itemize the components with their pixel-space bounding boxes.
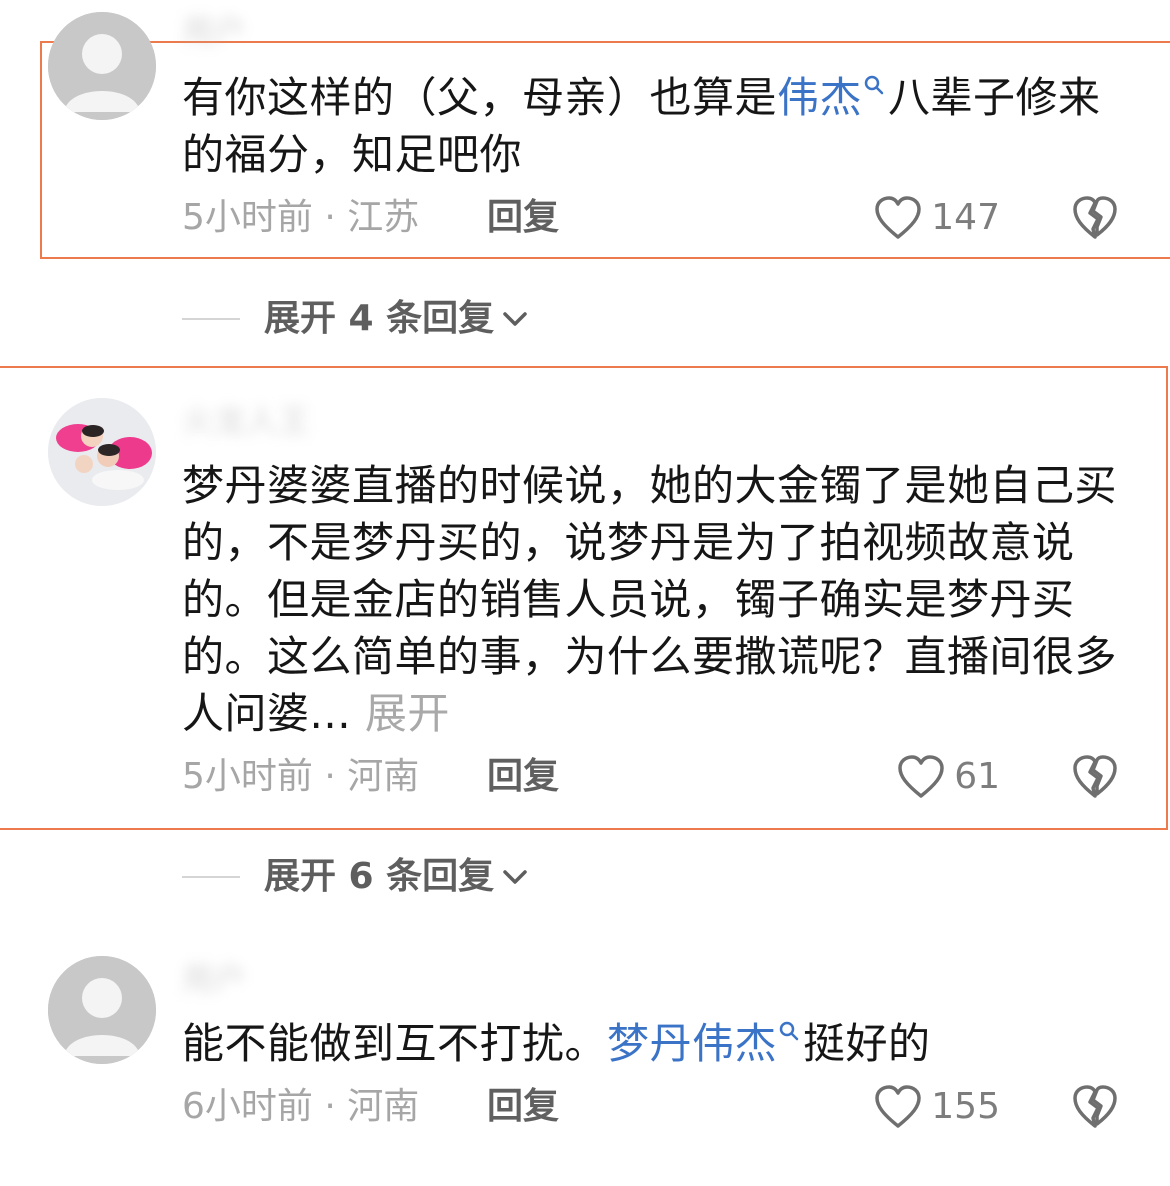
avatar[interactable] xyxy=(48,398,156,506)
like-count: 147 xyxy=(931,197,1000,238)
username[interactable]: 火龙人王 xyxy=(182,404,310,438)
comment-text-part: 挺好的 xyxy=(803,1019,931,1068)
photo-avatar-icon xyxy=(48,398,156,506)
mention-label[interactable]: 梦丹伟杰 xyxy=(607,1019,777,1068)
mention-link[interactable]: 伟杰 xyxy=(777,73,888,122)
comment-text-part: 能不能做到互不打扰。 xyxy=(182,1019,608,1068)
reply-button[interactable]: 回复 xyxy=(487,752,559,802)
like-button[interactable]: 61 xyxy=(896,752,1000,802)
reply-button[interactable]: 回复 xyxy=(487,193,559,243)
time-location: 5小时前 · 江苏 xyxy=(182,197,420,238)
heart-outline-icon xyxy=(875,1085,922,1128)
username[interactable]: 用户 xyxy=(182,962,246,996)
expand-replies-label[interactable]: 展开 4 条回复 xyxy=(264,294,494,344)
broken-heart-icon[interactable] xyxy=(1070,752,1120,802)
avatar[interactable] xyxy=(48,12,156,120)
search-icon xyxy=(779,1021,799,1041)
comment-meta: 5小时前 · 河南 回复 61 xyxy=(182,752,1120,802)
broken-heart-icon[interactable] xyxy=(1070,1082,1120,1132)
like-count: 155 xyxy=(931,1086,1000,1127)
heart-outline-icon xyxy=(875,196,922,239)
comment-text-part: 梦丹婆婆直播的时候说，她的大金镯了是她自己买的，不是梦丹买的，说梦丹是为了拍视频… xyxy=(182,461,1118,738)
mention-link[interactable]: 梦丹伟杰 xyxy=(607,1019,803,1068)
like-button[interactable]: 147 xyxy=(873,193,1000,243)
username[interactable]: 用户 xyxy=(182,14,246,48)
like-button[interactable]: 155 xyxy=(873,1082,1000,1132)
comment-text-part: 有你这样的（父，母亲）也算是 xyxy=(182,73,778,122)
comment-text: 有你这样的（父，母亲）也算是伟杰 八辈子修来的福分，知足吧你 xyxy=(182,69,1127,183)
expand-replies-button[interactable]: 展开 4 条回复 xyxy=(182,294,530,344)
default-avatar-icon xyxy=(48,956,156,1064)
divider xyxy=(182,318,240,320)
time-location: 5小时前 · 河南 xyxy=(182,756,420,797)
search-icon xyxy=(864,75,884,95)
mention-label[interactable]: 伟杰 xyxy=(777,73,862,122)
reply-button[interactable]: 回复 xyxy=(487,1082,559,1132)
time-location: 6小时前 · 河南 xyxy=(182,1086,420,1127)
divider xyxy=(182,876,240,878)
comment-meta: 5小时前 · 江苏 回复 147 xyxy=(182,193,1120,243)
chevron-down-icon xyxy=(503,870,527,884)
expand-replies-label[interactable]: 展开 6 条回复 xyxy=(264,852,494,902)
comment-text: 能不能做到互不打扰。梦丹伟杰 挺好的 xyxy=(182,1015,1127,1072)
heart-outline-icon xyxy=(898,755,944,798)
expand-replies-button[interactable]: 展开 6 条回复 xyxy=(182,852,530,902)
default-avatar-icon xyxy=(48,12,156,120)
expand-text-button[interactable]: 展开 xyxy=(365,689,450,738)
comment-meta: 6小时前 · 河南 回复 155 xyxy=(182,1082,1120,1132)
chevron-down-icon xyxy=(503,312,527,326)
broken-heart-icon[interactable] xyxy=(1070,193,1120,243)
like-count: 61 xyxy=(954,756,1000,797)
avatar[interactable] xyxy=(48,956,156,1064)
comment-text: 梦丹婆婆直播的时候说，她的大金镯了是她自己买的，不是梦丹买的，说梦丹是为了拍视频… xyxy=(182,457,1127,742)
